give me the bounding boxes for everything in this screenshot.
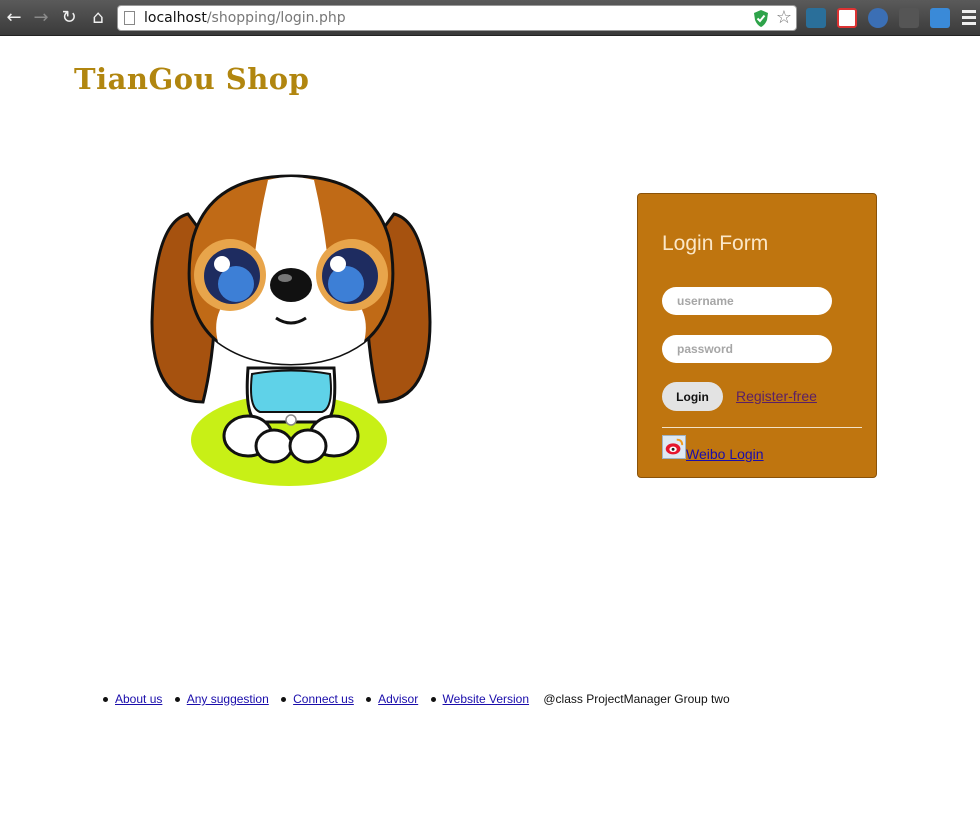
gmail-icon[interactable] <box>837 8 857 28</box>
forward-arrow-icon[interactable]: → <box>30 7 52 29</box>
page-icon <box>124 11 135 25</box>
login-button[interactable]: Login <box>662 382 723 411</box>
footer-link-about-us[interactable]: About us <box>115 692 162 706</box>
extension-icon-3[interactable] <box>930 8 950 28</box>
weibo-login-link[interactable]: Weibo Login <box>686 446 764 462</box>
address-bar[interactable]: localhost/shopping/login.php ☆ <box>117 5 797 31</box>
footer-link-any-suggestion[interactable]: Any suggestion <box>187 692 269 706</box>
username-input[interactable] <box>662 287 832 315</box>
footer-link-connect-us[interactable]: Connect us <box>293 692 354 706</box>
bullet-icon <box>430 696 436 702</box>
footer-item-suggestion: Any suggestion <box>174 692 278 706</box>
extension-icon-1[interactable] <box>806 8 826 28</box>
bullet-icon <box>366 696 372 702</box>
footer-credit: @class ProjectManager Group two <box>543 692 730 706</box>
footer-link-advisor[interactable]: Advisor <box>378 692 418 706</box>
globe-icon[interactable] <box>868 8 888 28</box>
footer-item-website-version: Website Version <box>430 692 539 706</box>
footer-link-website-version[interactable]: Website Version <box>443 692 530 706</box>
bookmark-star-icon[interactable]: ☆ <box>776 7 792 28</box>
form-divider <box>662 427 862 428</box>
browser-toolbar: ← → ↻ ⌂ localhost/shopping/login.php ☆ <box>0 0 980 36</box>
login-form-title: Login Form <box>662 232 769 255</box>
extension-icon-2[interactable] <box>899 8 919 28</box>
bullet-icon <box>174 696 180 702</box>
footer: About us Any suggestion Connect us Advis… <box>103 692 730 708</box>
footer-item-connect: Connect us <box>281 692 363 706</box>
login-form: Login Form Login Register-free Weibo Log… <box>637 193 877 478</box>
bullet-icon <box>281 696 287 702</box>
back-arrow-icon[interactable]: ← <box>3 7 25 29</box>
bullet-icon <box>103 696 108 702</box>
puppy-mascot-image <box>150 174 432 486</box>
menu-icon[interactable] <box>962 10 976 28</box>
footer-item-advisor: Advisor <box>366 692 427 706</box>
footer-item-about: About us <box>103 692 171 706</box>
password-input[interactable] <box>662 335 832 363</box>
address-bar-url[interactable]: localhost/shopping/login.php <box>144 10 346 26</box>
register-link[interactable]: Register-free <box>736 388 817 404</box>
site-logo: TianGou Shop <box>74 62 310 96</box>
reload-icon[interactable]: ↻ <box>58 7 80 29</box>
shield-check-icon[interactable] <box>752 9 770 28</box>
home-icon[interactable]: ⌂ <box>87 7 109 29</box>
weibo-icon[interactable] <box>662 435 686 459</box>
